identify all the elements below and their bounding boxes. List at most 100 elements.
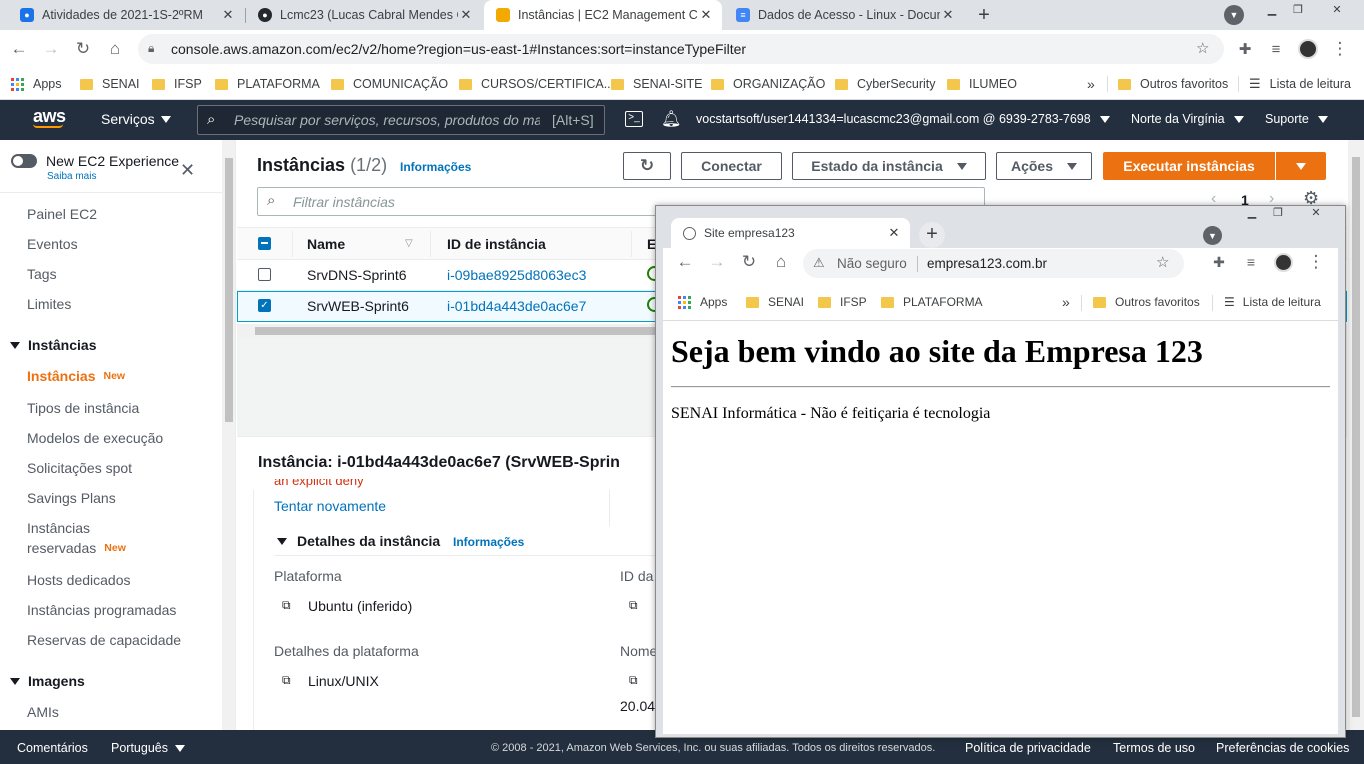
- cookie-preferences-link[interactable]: Preferências de cookies: [1216, 741, 1349, 755]
- sidebar-item-launch-templates[interactable]: Modelos de execução: [27, 430, 163, 446]
- terms-link[interactable]: Termos de uso: [1113, 741, 1195, 755]
- sort-icon[interactable]: ▽: [405, 238, 413, 249]
- restore-icon[interactable]: ❐: [1265, 206, 1291, 222]
- bookmark-star-icon[interactable]: ☆: [1156, 253, 1169, 271]
- services-menu[interactable]: Serviços: [101, 111, 171, 127]
- new-tab-button[interactable]: +: [971, 3, 997, 27]
- bookmark-folder[interactable]: PLATAFORMA: [215, 75, 320, 93]
- learn-more-link[interactable]: Saiba mais: [47, 171, 96, 182]
- reading-list[interactable]: ☰ Lista de leitura: [1224, 293, 1321, 311]
- sidebar-item-dedicated-hosts[interactable]: Hosts dedicados: [27, 572, 131, 588]
- new-tab-button[interactable]: +: [919, 222, 945, 248]
- back-icon[interactable]: ←: [9, 39, 29, 59]
- language-menu[interactable]: Português: [111, 741, 185, 755]
- more-menu-icon[interactable]: ⋮: [1330, 39, 1350, 59]
- copy-icon[interactable]: ⧉: [629, 673, 638, 688]
- profile-avatar[interactable]: [1298, 39, 1318, 59]
- info-link[interactable]: Informações: [453, 535, 524, 549]
- actions-button[interactable]: Ações: [996, 152, 1092, 180]
- bookmark-folder[interactable]: CURSOS/CERTIFICA...: [459, 75, 614, 93]
- minimize-icon[interactable]: ▁: [1259, 0, 1285, 18]
- bookmark-star-icon[interactable]: ☆: [1196, 39, 1209, 57]
- home-icon[interactable]: ⌂: [105, 39, 125, 59]
- bookmark-apps[interactable]: Apps: [11, 75, 62, 93]
- back-icon[interactable]: ←: [675, 252, 695, 272]
- bookmark-folder[interactable]: PLATAFORMA: [881, 293, 983, 311]
- minimize-icon[interactable]: ▁: [1239, 206, 1265, 222]
- bookmarks-overflow[interactable]: »: [1062, 293, 1070, 311]
- bookmark-other-favorites[interactable]: Outros favoritos: [1093, 293, 1200, 311]
- sidebar-item-scheduled-instances[interactable]: Instâncias programadas: [27, 602, 176, 618]
- window-close-icon[interactable]: ✕: [1320, 0, 1354, 18]
- home-icon[interactable]: ⌂: [771, 252, 791, 272]
- sidebar-item-savings-plans[interactable]: Savings Plans: [27, 490, 116, 506]
- copy-icon[interactable]: ⧉: [629, 598, 638, 613]
- window-close-icon[interactable]: ✕: [1296, 206, 1336, 222]
- row-checkbox[interactable]: [258, 268, 271, 281]
- sidebar-item-spot-requests[interactable]: Solicitações spot: [27, 460, 132, 476]
- main-scrollbar[interactable]: [1348, 140, 1364, 730]
- url-text[interactable]: empresa123.com.br: [927, 256, 1047, 271]
- browser-tab-active[interactable]: Instâncias | EC2 Management Co ✕: [484, 0, 722, 30]
- sidebar-item-amis[interactable]: AMIs: [27, 704, 59, 720]
- reload-icon[interactable]: ↻: [739, 252, 759, 272]
- reading-list[interactable]: ☰ Lista de leitura: [1249, 75, 1351, 93]
- sidebar-item-instances[interactable]: Instâncias New: [27, 368, 125, 384]
- column-instance-id[interactable]: ID de instância: [447, 236, 546, 252]
- sidebar-section-instances[interactable]: Instâncias: [10, 337, 96, 353]
- bookmark-apps[interactable]: Apps: [678, 293, 727, 311]
- tab-search-icon[interactable]: ▼: [1203, 226, 1222, 245]
- select-all-checkbox[interactable]: [258, 237, 271, 250]
- bookmark-folder[interactable]: SENAI: [80, 75, 140, 93]
- privacy-link[interactable]: Política de privacidade: [965, 741, 1091, 755]
- instance-id-link[interactable]: i-01bd4a443de0ac6e7: [447, 298, 586, 314]
- reload-icon[interactable]: ↻: [73, 39, 93, 59]
- bell-icon[interactable]: 🔔︎: [661, 109, 681, 129]
- bookmark-other-favorites[interactable]: Outros favoritos: [1118, 75, 1228, 93]
- launch-dropdown-button[interactable]: [1276, 152, 1326, 180]
- browser-tab-active[interactable]: Site empresa123 ✕: [671, 218, 910, 248]
- profile-avatar[interactable]: [1274, 253, 1293, 272]
- sidebar-scrollbar[interactable]: [222, 140, 235, 730]
- new-experience-toggle[interactable]: [11, 154, 37, 168]
- bookmark-folder[interactable]: ORGANIZAÇÃO: [711, 75, 825, 93]
- close-icon[interactable]: ✕: [698, 7, 714, 23]
- sidebar-item-instance-types[interactable]: Tipos de instância: [27, 400, 139, 416]
- cloudshell-icon[interactable]: >_: [625, 111, 643, 127]
- retry-link[interactable]: Tentar novamente: [274, 498, 386, 514]
- sidebar-item-capacity-reservations[interactable]: Reservas de capacidade: [27, 632, 181, 648]
- sidebar-item-reserved-instances[interactable]: Instâncias reservadas New: [27, 520, 126, 556]
- bookmark-folder[interactable]: SENAI-SITE: [611, 75, 702, 93]
- tab-search-icon[interactable]: ▼: [1224, 5, 1244, 25]
- restore-icon[interactable]: ❐: [1285, 0, 1311, 18]
- row-checkbox-checked[interactable]: ✓: [258, 299, 271, 312]
- close-icon[interactable]: ✕: [458, 7, 474, 23]
- browser-tab[interactable]: ● Lcmc23 (Lucas Cabral Mendes Co ✕: [246, 0, 482, 30]
- bookmark-folder[interactable]: ILUMEO: [947, 75, 1017, 93]
- account-menu[interactable]: vocstartsoft/user1441334=lucascmc23@gmai…: [696, 112, 1110, 126]
- forward-icon[interactable]: →: [707, 252, 727, 272]
- sidebar-item-limits[interactable]: Limites: [27, 296, 71, 312]
- bookmark-folder[interactable]: IFSP: [152, 75, 202, 93]
- browser-tab[interactable]: ≡ Dados de Acesso - Linux - Docum ✕: [724, 0, 964, 30]
- extensions-icon[interactable]: ✚: [1235, 39, 1255, 59]
- aws-search-input[interactable]: ⌕ Pesquisar por serviços, recursos, prod…: [197, 105, 605, 135]
- bookmark-folder[interactable]: COMUNICAÇÃO: [331, 75, 448, 93]
- aws-logo[interactable]: aws: [33, 106, 66, 128]
- feedback-link[interactable]: Comentários: [17, 741, 88, 755]
- security-label[interactable]: Não seguro: [837, 256, 907, 271]
- close-icon[interactable]: ✕: [886, 225, 902, 241]
- close-icon[interactable]: ✕: [940, 7, 956, 23]
- close-icon[interactable]: ✕: [220, 7, 236, 23]
- url-text[interactable]: console.aws.amazon.com/ec2/v2/home?regio…: [171, 41, 746, 57]
- sidebar-section-images[interactable]: Imagens: [10, 673, 85, 689]
- more-menu-icon[interactable]: ⋮: [1306, 252, 1326, 272]
- connect-button[interactable]: Conectar: [681, 152, 782, 180]
- column-name[interactable]: Name: [307, 236, 345, 252]
- sidebar-item-events[interactable]: Eventos: [27, 236, 78, 252]
- bookmark-folder[interactable]: SENAI: [746, 293, 804, 311]
- refresh-button[interactable]: ↻: [623, 152, 671, 180]
- browser-tab[interactable]: ● Atividades de 2021-1S-2ºRM ✕: [8, 0, 244, 30]
- bookmark-folder[interactable]: CyberSecurity: [835, 75, 936, 93]
- bookmarks-overflow[interactable]: »: [1087, 75, 1095, 93]
